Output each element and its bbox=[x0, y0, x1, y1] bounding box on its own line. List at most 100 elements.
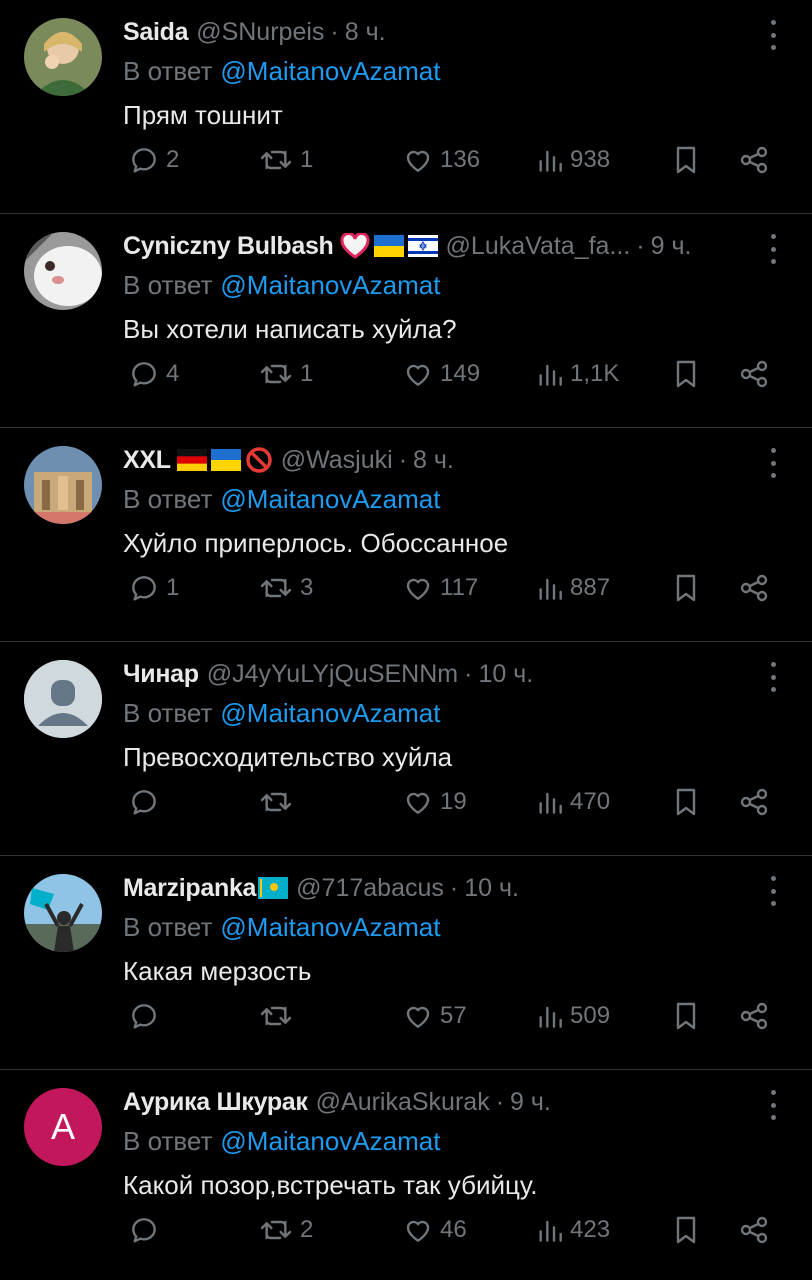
avatar[interactable] bbox=[24, 232, 102, 310]
author-name[interactable]: Аурика Шкурак bbox=[123, 1088, 308, 1117]
retweet-button[interactable]: 1 bbox=[258, 140, 313, 180]
author-name[interactable]: Чинар bbox=[123, 660, 199, 689]
tweet[interactable]: Saida @SNurpeis · 8 ч. В ответ @MaitanovA… bbox=[0, 0, 812, 214]
action-bar: 4 1 149 1,1K bbox=[0, 354, 812, 394]
like-button[interactable]: 136 bbox=[402, 140, 480, 180]
retweet-button[interactable] bbox=[258, 782, 300, 822]
views-chart-icon bbox=[539, 1220, 562, 1242]
share-button[interactable] bbox=[738, 1210, 770, 1250]
more-options-icon[interactable] bbox=[768, 448, 778, 478]
author-name[interactable]: XXL bbox=[123, 446, 171, 475]
retweet-button[interactable]: 1 bbox=[258, 354, 313, 394]
reply-mention-link[interactable]: @MaitanovAzamat bbox=[220, 698, 440, 728]
bookmark-button[interactable] bbox=[672, 782, 700, 822]
share-button[interactable] bbox=[738, 140, 770, 180]
reply-mention-link[interactable]: @MaitanovAzamat bbox=[220, 1126, 440, 1156]
tweet-text: Прям тошнит bbox=[123, 100, 283, 130]
share-icon bbox=[740, 360, 768, 388]
views-button[interactable]: 938 bbox=[536, 140, 610, 180]
bookmark-button[interactable] bbox=[672, 354, 700, 394]
avatar[interactable] bbox=[24, 874, 102, 952]
timestamp[interactable]: 10 ч. bbox=[478, 660, 533, 689]
reply-icon bbox=[132, 576, 156, 601]
views-button[interactable]: 470 bbox=[536, 782, 610, 822]
like-button[interactable]: 57 bbox=[402, 996, 467, 1036]
like-count: 136 bbox=[440, 146, 481, 173]
share-button[interactable] bbox=[738, 782, 770, 822]
more-options-icon[interactable] bbox=[768, 1090, 778, 1120]
like-button[interactable]: 19 bbox=[402, 782, 467, 822]
reply-button[interactable]: 2 bbox=[128, 140, 179, 180]
reply-button[interactable] bbox=[128, 1210, 166, 1250]
reply-prefix: В ответ bbox=[123, 56, 213, 86]
reply-mention-link[interactable]: @MaitanovAzamat bbox=[220, 56, 440, 86]
author-name[interactable]: Saida bbox=[123, 18, 189, 47]
action-bar: 2 1 136 938 bbox=[0, 140, 812, 180]
share-button[interactable] bbox=[738, 568, 770, 608]
avatar[interactable]: A bbox=[24, 1088, 102, 1166]
reply-button[interactable]: 4 bbox=[128, 354, 179, 394]
timestamp[interactable]: 9 ч. bbox=[651, 232, 692, 261]
author-handle[interactable]: @717abacus bbox=[296, 874, 444, 903]
tweet[interactable]: Cyniczny Bulbash @LukaVata_fa... · 9 ч. … bbox=[0, 214, 812, 428]
avatar[interactable] bbox=[24, 18, 102, 96]
views-button[interactable]: 1,1K bbox=[536, 354, 619, 394]
bookmark-button[interactable] bbox=[672, 996, 700, 1036]
reply-prefix: В ответ bbox=[123, 1126, 213, 1156]
author-handle[interactable]: @Wasjuki bbox=[281, 446, 393, 475]
like-button[interactable]: 46 bbox=[402, 1210, 467, 1250]
reply-button[interactable] bbox=[128, 782, 166, 822]
retweet-button[interactable]: 2 bbox=[258, 1210, 313, 1250]
prohibited-icon bbox=[245, 447, 272, 473]
bookmark-button[interactable] bbox=[672, 568, 700, 608]
timestamp[interactable]: 8 ч. bbox=[413, 446, 454, 475]
heart-emoji-icon bbox=[340, 233, 370, 259]
tweet-text: Превосходительство хуйла bbox=[123, 742, 453, 772]
retweet-button[interactable] bbox=[258, 996, 300, 1036]
more-options-icon[interactable] bbox=[768, 234, 778, 264]
like-button[interactable]: 149 bbox=[402, 354, 480, 394]
author-handle[interactable]: @SNurpeis bbox=[196, 18, 324, 47]
like-button[interactable]: 117 bbox=[402, 568, 478, 608]
tweet[interactable]: Marzipanka @717abacus · 10 ч. В ответ @Ma… bbox=[0, 856, 812, 1070]
retweet-icon bbox=[260, 150, 292, 170]
share-button[interactable] bbox=[738, 996, 770, 1036]
tweet[interactable]: XXL @Wasjuki · 8 ч. В ответ @MaitanovAzam… bbox=[0, 428, 812, 642]
timestamp[interactable]: 8 ч. bbox=[345, 18, 386, 47]
tweet[interactable]: A Аурика Шкурак @AurikaSkurak · 9 ч. В о… bbox=[0, 1070, 812, 1280]
author-handle[interactable]: @J4yYuLYjQuSENNm bbox=[207, 660, 458, 689]
reply-mention-link[interactable]: @MaitanovAzamat bbox=[220, 270, 440, 300]
author-name[interactable]: Cyniczny Bulbash bbox=[123, 232, 334, 261]
views-count: 938 bbox=[570, 146, 611, 173]
author-handle[interactable]: @LukaVata_fa... bbox=[446, 232, 631, 261]
reply-mention-link[interactable]: @MaitanovAzamat bbox=[220, 912, 440, 942]
bookmark-button[interactable] bbox=[672, 140, 700, 180]
author-handle[interactable]: @AurikaSkurak bbox=[316, 1088, 490, 1117]
views-button[interactable]: 423 bbox=[536, 1210, 610, 1250]
retweet-button[interactable]: 3 bbox=[258, 568, 313, 608]
like-count: 57 bbox=[440, 1002, 467, 1029]
heart-icon bbox=[406, 364, 430, 386]
views-button[interactable]: 509 bbox=[536, 996, 610, 1036]
author-name[interactable]: Marzipanka bbox=[123, 874, 256, 903]
more-options-icon[interactable] bbox=[768, 876, 778, 906]
israel-flag-icon bbox=[407, 235, 438, 257]
tweet[interactable]: Чинар @J4yYuLYjQuSENNm · 10 ч. В ответ @M… bbox=[0, 642, 812, 856]
reply-icon bbox=[132, 790, 156, 815]
views-button[interactable]: 887 bbox=[536, 568, 610, 608]
bookmark-button[interactable] bbox=[672, 1210, 700, 1250]
reply-button[interactable] bbox=[128, 996, 166, 1036]
separator-dot: · bbox=[636, 231, 645, 260]
more-options-icon[interactable] bbox=[768, 662, 778, 692]
more-options-icon[interactable] bbox=[768, 20, 778, 50]
share-button[interactable] bbox=[738, 354, 770, 394]
avatar-letter: A bbox=[50, 1106, 75, 1147]
action-bar: 1 3 117 887 bbox=[0, 568, 812, 608]
reply-mention-link[interactable]: @MaitanovAzamat bbox=[220, 484, 440, 514]
timestamp[interactable]: 10 ч. bbox=[464, 874, 519, 903]
avatar[interactable] bbox=[24, 660, 102, 738]
timestamp[interactable]: 9 ч. bbox=[510, 1088, 551, 1117]
name-emoji-group bbox=[176, 446, 273, 474]
reply-button[interactable]: 1 bbox=[128, 568, 179, 608]
avatar[interactable] bbox=[24, 446, 102, 524]
